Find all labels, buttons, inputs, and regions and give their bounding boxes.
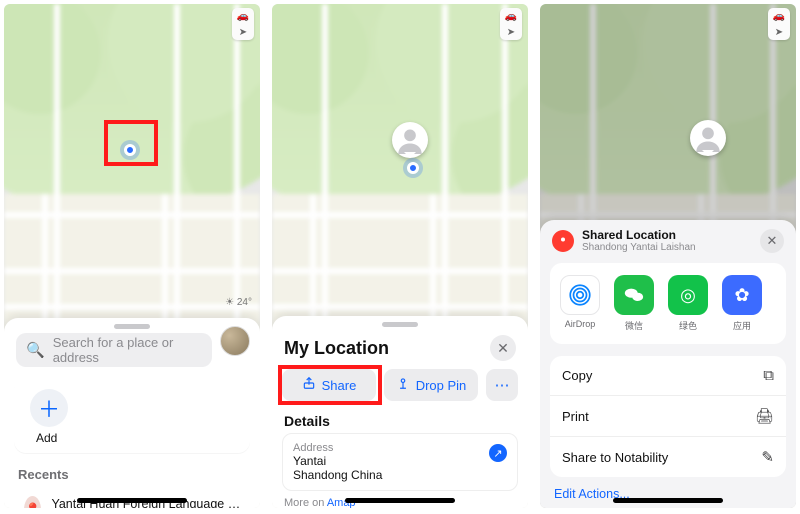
blue-app-icon: ✿ <box>722 275 762 315</box>
pencil-icon: ✎ <box>761 448 774 466</box>
current-location-dot[interactable] <box>407 162 419 174</box>
car-icon: 🚗 <box>505 11 517 22</box>
address-key: Address <box>293 442 507 454</box>
turn-arrow-icon: ↗ <box>493 447 502 460</box>
map-mode-control[interactable]: 🚗 ➤ <box>232 8 254 40</box>
sheet-title: My Location <box>284 338 389 359</box>
notability-label: Share to Notability <box>562 450 668 465</box>
more-button[interactable]: ⋯ <box>486 369 518 401</box>
weather-temp: 24° <box>237 297 252 308</box>
sun-icon: ☀ <box>225 297 234 308</box>
sheet-grabber[interactable] <box>114 324 150 329</box>
phone-screen-3: 🚗 ➤ Shared Location Shandong Yantai Lais… <box>540 4 796 508</box>
search-input[interactable]: 🔍 Search for a place or address <box>16 333 212 367</box>
location-sheet: My Location ✕ Share Drop Pin ⋯ <box>272 316 528 508</box>
action-print[interactable]: Print 🖨 <box>550 395 786 436</box>
drop-pin-icon <box>396 376 410 394</box>
favorites-card: ＋ Add <box>14 377 250 453</box>
action-copy[interactable]: Copy ⧉ <box>550 356 786 395</box>
compass-icon: ➤ <box>775 27 783 38</box>
copy-icon: ⧉ <box>763 367 774 384</box>
address-line1: Yantai <box>293 454 507 468</box>
share-target-app1[interactable]: ◎ 绿色 <box>668 275 708 332</box>
map-mode-control[interactable]: 🚗 ➤ <box>768 8 790 40</box>
home-indicator[interactable] <box>77 498 187 503</box>
wechat-label: 微信 <box>625 319 643 332</box>
app2-label: 应用 <box>733 319 751 332</box>
share-target-app2[interactable]: ✿ 应用 <box>722 275 762 332</box>
home-indicator[interactable] <box>613 498 723 503</box>
map-mode-control[interactable]: 🚗 ➤ <box>500 8 522 40</box>
highlight-box <box>104 120 158 166</box>
add-favorite-button[interactable]: ＋ <box>30 389 68 427</box>
share-target-airdrop[interactable]: AirDrop <box>560 275 600 332</box>
weather-badge: ☀ 24° <box>225 297 252 308</box>
share-sheet-title: Shared Location <box>582 228 696 242</box>
car-icon: 🚗 <box>237 11 249 22</box>
location-pin-icon <box>552 230 574 252</box>
green-app-icon: ◎ <box>668 275 708 315</box>
airdrop-label: AirDrop <box>565 319 596 329</box>
share-sheet: Shared Location Shandong Yantai Laishan … <box>540 220 796 508</box>
address-line2: Shandong China <box>293 468 507 482</box>
home-indicator[interactable] <box>345 498 455 503</box>
person-icon <box>694 124 722 152</box>
location-avatar-pin[interactable] <box>392 122 428 158</box>
print-icon: 🖨 <box>755 407 774 425</box>
car-icon: 🚗 <box>773 11 785 22</box>
close-button[interactable]: ✕ <box>490 335 516 361</box>
directions-button[interactable]: ↗ <box>489 444 507 462</box>
search-sheet: 🔍 Search for a place or address ＋ Add Re… <box>4 318 260 508</box>
sheet-grabber[interactable] <box>382 322 418 327</box>
phone-screen-1: 🚗 ➤ ☀ 24° 🔍 Search for a place or addres… <box>4 4 260 508</box>
search-placeholder: Search for a place or address <box>53 335 202 365</box>
close-button[interactable]: ✕ <box>760 229 784 253</box>
copy-label: Copy <box>562 368 592 383</box>
map-pin-icon: 📍 <box>24 496 41 508</box>
drop-pin-label: Drop Pin <box>416 378 467 393</box>
address-card[interactable]: Address Yantai Shandong China ↗ <box>282 433 518 491</box>
action-share-notability[interactable]: Share to Notability ✎ <box>550 436 786 477</box>
share-sheet-subtitle: Shandong Yantai Laishan <box>582 242 696 253</box>
highlight-box <box>278 365 382 405</box>
compass-icon: ➤ <box>239 27 247 38</box>
share-actions-list: Copy ⧉ Print 🖨 Share to Notability ✎ <box>550 356 786 477</box>
airdrop-icon <box>560 275 600 315</box>
wechat-icon <box>614 275 654 315</box>
drop-pin-button[interactable]: Drop Pin <box>384 369 478 401</box>
print-label: Print <box>562 409 589 424</box>
ellipsis-icon: ⋯ <box>495 376 510 394</box>
compass-icon: ➤ <box>507 27 515 38</box>
profile-avatar[interactable] <box>220 326 250 356</box>
person-icon <box>396 126 424 154</box>
search-icon: 🔍 <box>26 341 45 359</box>
details-heading: Details <box>284 413 516 429</box>
phone-screen-2: 🚗 ➤ My Location ✕ Share <box>272 4 528 508</box>
app1-label: 绿色 <box>679 319 697 332</box>
add-label: Add <box>36 431 57 445</box>
share-target-grid: AirDrop 微信 ◎ 绿色 ✿ 应用 <box>550 263 786 344</box>
share-target-wechat[interactable]: 微信 <box>614 275 654 332</box>
recents-heading: Recents <box>18 467 246 482</box>
location-avatar-pin[interactable] <box>690 120 726 156</box>
